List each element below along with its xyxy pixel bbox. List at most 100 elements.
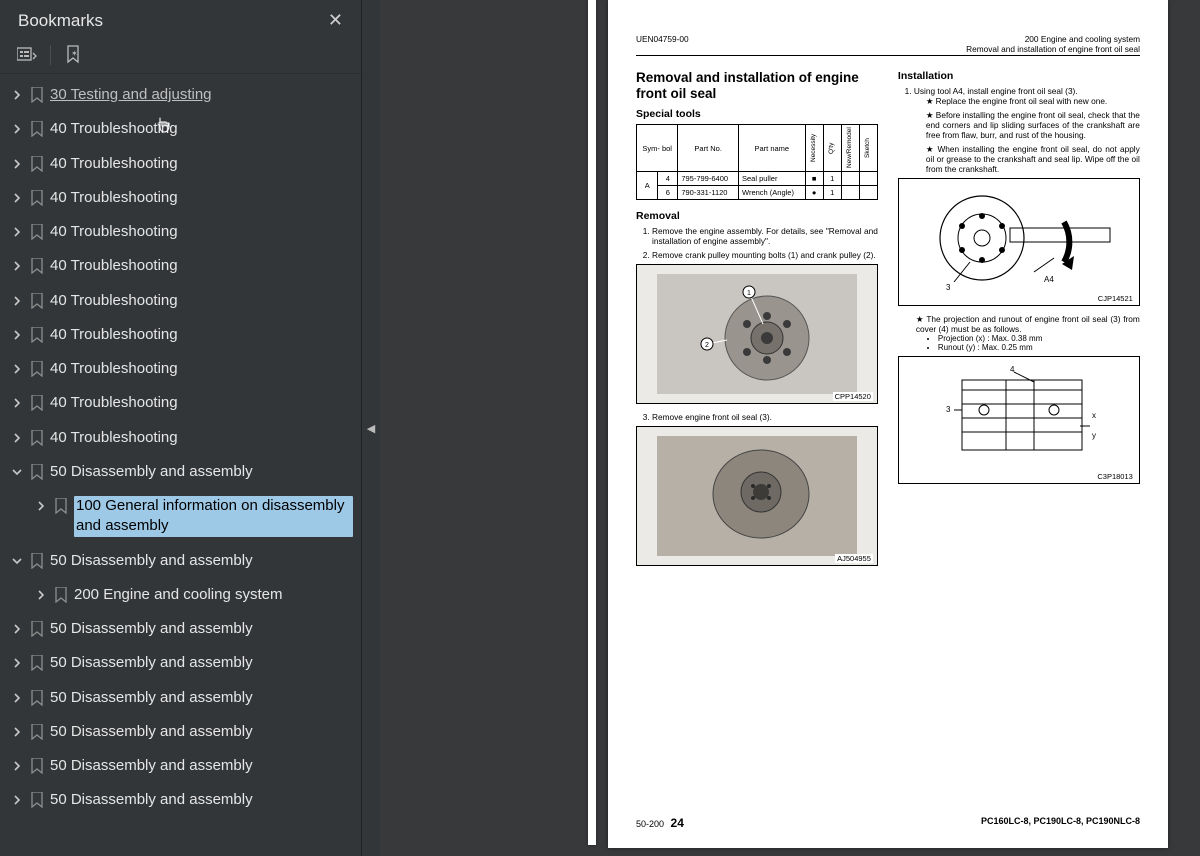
- right-column: Installation Using tool A4, install engi…: [898, 70, 1140, 574]
- close-icon[interactable]: ✕: [322, 6, 349, 35]
- bookmark-item[interactable]: 50 Disassembly and assembly: [0, 681, 361, 715]
- cell-sketch: [859, 186, 877, 200]
- bookmark-item[interactable]: 30 Testing and adjusting: [0, 78, 361, 112]
- bookmark-item[interactable]: 100 General information on disassembly a…: [0, 489, 361, 544]
- bookmark-item[interactable]: 40 Troubleshooting: [0, 249, 361, 283]
- chevron-right-icon[interactable]: [34, 499, 48, 513]
- chevron-right-icon[interactable]: [10, 396, 24, 410]
- figure-caption: AJ504955: [835, 554, 873, 563]
- chevron-right-icon[interactable]: [10, 225, 24, 239]
- collapse-sidebar-handle[interactable]: ◀: [362, 0, 380, 856]
- bookmark-label: 40 Troubleshooting: [50, 325, 353, 345]
- figure-crank-pulley: 1 2 CPP14520: [636, 264, 878, 404]
- chevron-right-icon[interactable]: [10, 431, 24, 445]
- install-notes: Replace the engine front oil seal with n…: [914, 96, 1140, 174]
- bookmark-ribbon-icon: [30, 156, 44, 172]
- bookmark-item[interactable]: 50 Disassembly and assembly: [0, 544, 361, 578]
- footer-right: PC160LC-8, PC190LC-8, PC190NLC-8: [981, 816, 1140, 830]
- bookmark-ribbon-icon: [30, 224, 44, 240]
- bookmark-label: 30 Testing and adjusting: [50, 85, 353, 105]
- bookmark-label: 50 Disassembly and assembly: [50, 551, 353, 571]
- bookmark-item[interactable]: 50 Disassembly and assembly: [0, 715, 361, 749]
- bookmark-item[interactable]: 40 Troubleshooting: [0, 318, 361, 352]
- chevron-down-icon[interactable]: [10, 554, 24, 568]
- th-qty: Q'ty: [823, 125, 841, 172]
- cell-part-no: 790-331-1120: [678, 186, 739, 200]
- bookmark-ribbon-icon: [30, 724, 44, 740]
- bookmark-label: 50 Disassembly and assembly: [50, 619, 353, 639]
- figure-front-oil-seal: AJ504955: [636, 426, 878, 566]
- bookmark-item[interactable]: 40 Troubleshooting: [0, 215, 361, 249]
- svg-text:x: x: [1092, 411, 1096, 420]
- chevron-right-icon[interactable]: [10, 691, 24, 705]
- chevron-right-icon[interactable]: [10, 122, 24, 136]
- bookmark-item[interactable]: 50 Disassembly and assembly: [0, 612, 361, 646]
- bookmark-item[interactable]: 50 Disassembly and assembly: [0, 749, 361, 783]
- cell-symbol: A: [637, 172, 658, 200]
- page-title: Removal and installation of engine front…: [636, 70, 878, 102]
- chevron-right-icon[interactable]: [10, 294, 24, 308]
- bookmark-label: 50 Disassembly and assembly: [50, 722, 353, 742]
- bookmark-label: 40 Troubleshooting: [50, 154, 353, 174]
- pdf-page: UEN04759-00 200 Engine and cooling syste…: [608, 0, 1168, 848]
- removal-step: Remove engine front oil seal (3).: [652, 412, 878, 422]
- chevron-right-icon[interactable]: [10, 759, 24, 773]
- chevron-right-icon[interactable]: [10, 622, 24, 636]
- installation-heading: Installation: [898, 70, 1140, 82]
- bookmark-item[interactable]: 40 Troubleshooting: [0, 421, 361, 455]
- bookmark-ribbon-icon: [30, 621, 44, 637]
- chevron-right-icon[interactable]: [10, 656, 24, 670]
- bookmark-label: 40 Troubleshooting: [50, 188, 353, 208]
- install-note: Before installing the engine front oil s…: [926, 110, 1140, 140]
- measure-item: Runout (y) : Max. 0.25 mm: [938, 343, 1140, 352]
- chevron-right-icon[interactable]: [10, 793, 24, 807]
- bookmark-label: 40 Troubleshooting: [50, 119, 353, 139]
- bookmark-label: 40 Troubleshooting: [50, 222, 353, 242]
- table-row: A4795-799-6400Seal puller■1: [637, 172, 878, 186]
- toolbar-divider: [50, 45, 51, 65]
- bookmark-item[interactable]: 40 Troubleshooting: [0, 112, 361, 146]
- bookmark-item[interactable]: 50 Disassembly and assembly: [0, 783, 361, 817]
- bookmark-item[interactable]: 50 Disassembly and assembly: [0, 455, 361, 489]
- outline-options-button[interactable]: [14, 43, 40, 67]
- bookmarks-toolbar: ✶: [0, 41, 361, 74]
- bookmarks-panel: Bookmarks ✕ ✶ 30 Testing and adjusting40…: [0, 0, 362, 856]
- bookmark-ribbon-icon: [54, 587, 68, 603]
- chevron-right-icon[interactable]: [10, 157, 24, 171]
- chevron-right-icon[interactable]: [10, 328, 24, 342]
- bookmark-item[interactable]: 40 Troubleshooting: [0, 386, 361, 420]
- page-header-right: 200 Engine and cooling system Removal an…: [966, 34, 1140, 54]
- bookmark-item[interactable]: 40 Troubleshooting: [0, 352, 361, 386]
- cell-sketch: [859, 172, 877, 186]
- chevron-right-icon[interactable]: [10, 362, 24, 376]
- measure-item: Projection (x) : Max. 0.38 mm: [938, 334, 1140, 343]
- bookmark-label: 200 Engine and cooling system: [74, 585, 353, 605]
- chevron-right-icon[interactable]: [10, 88, 24, 102]
- bookmark-item[interactable]: 40 Troubleshooting: [0, 181, 361, 215]
- pdf-viewport[interactable]: UEN04759-00 200 Engine and cooling syste…: [380, 0, 1200, 856]
- bookmark-item[interactable]: 40 Troubleshooting: [0, 147, 361, 181]
- chevron-right-icon[interactable]: [10, 725, 24, 739]
- th-necessity: Necessity: [805, 125, 823, 172]
- bookmark-ribbon-icon: [30, 361, 44, 377]
- cell-qty: 1: [823, 172, 841, 186]
- bookmark-item[interactable]: 200 Engine and cooling system: [0, 578, 361, 612]
- chevron-right-icon[interactable]: [10, 191, 24, 205]
- chevron-right-icon[interactable]: [10, 259, 24, 273]
- install-notes-2: The projection and runout of engine fron…: [898, 314, 1140, 352]
- bookmark-ribbon-icon: [30, 430, 44, 446]
- bookmark-label: 50 Disassembly and assembly: [50, 462, 353, 482]
- special-tools-table: Sym- bol Part No. Part name Necessity Q'…: [636, 124, 878, 200]
- bookmark-label: 40 Troubleshooting: [50, 359, 353, 379]
- bookmark-ribbon-icon: [30, 121, 44, 137]
- figure-runout-diagram: 4 x y 3 C3P18013: [898, 356, 1140, 484]
- chevron-right-icon[interactable]: [34, 588, 48, 602]
- bookmark-item[interactable]: 40 Troubleshooting: [0, 284, 361, 318]
- chevron-down-icon[interactable]: [10, 465, 24, 479]
- find-bookmark-button[interactable]: ✶: [61, 43, 87, 67]
- figure-caption: CJP14521: [1096, 294, 1135, 303]
- svg-text:3: 3: [946, 283, 951, 292]
- svg-text:✶: ✶: [71, 49, 78, 58]
- bookmark-item[interactable]: 50 Disassembly and assembly: [0, 646, 361, 680]
- bookmarks-tree[interactable]: 30 Testing and adjusting 40 Troubleshooti…: [0, 74, 361, 856]
